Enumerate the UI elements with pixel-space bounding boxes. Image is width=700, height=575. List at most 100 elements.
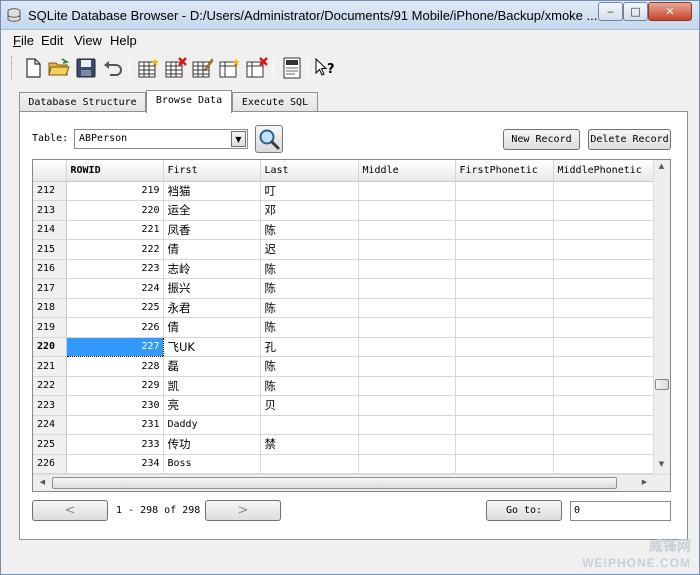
rowid-cell[interactable]: 231 [66,415,164,435]
middle-cell[interactable] [358,356,456,377]
middle-cell[interactable] [358,239,456,260]
row-number[interactable]: 222 [33,376,67,396]
middle-cell[interactable] [358,454,456,474]
row-number[interactable]: 218 [33,298,67,318]
row-number[interactable]: 224 [33,415,67,435]
undo-icon[interactable] [101,56,125,80]
tab-database-structure[interactable]: Database Structure [19,92,146,113]
menu-view[interactable]: View [74,33,102,48]
previous-page-button[interactable]: < [32,500,108,521]
last-cell[interactable]: 陈 [260,259,359,279]
last-cell[interactable]: 迟 [260,239,359,260]
middlephonetic-cell[interactable] [553,181,654,201]
rowid-cell[interactable]: 223 [66,259,164,279]
rowid-cell[interactable]: 234 [66,454,164,474]
search-button[interactable] [255,125,283,153]
firstphonetic-cell[interactable] [455,376,554,396]
scroll-left-icon[interactable]: ◀ [35,478,50,486]
table-row[interactable]: 212 219 裆猫叮 [33,181,654,201]
first-cell[interactable]: 志岭 [163,259,261,279]
firstphonetic-cell[interactable] [455,454,554,474]
middle-cell[interactable] [358,200,456,221]
new-record-button[interactable]: New Record [503,129,580,150]
middlephonetic-cell[interactable] [553,376,654,396]
minimize-button[interactable]: ‒ [598,2,623,21]
last-cell[interactable]: 陈 [260,220,359,240]
whats-this-icon[interactable]: ? [313,56,337,80]
last-cell[interactable]: 孔 [260,337,359,357]
corner-header[interactable] [33,160,67,182]
middlephonetic-cell[interactable] [553,298,654,318]
table-row[interactable]: 218 225 永君陈 [33,298,654,318]
rowid-cell[interactable]: 224 [66,278,164,299]
middle-cell[interactable] [358,434,456,455]
middle-cell[interactable] [358,259,456,279]
first-cell[interactable]: 运全 [163,200,261,221]
first-cell[interactable]: Boss [163,454,261,474]
rowid-cell[interactable]: 230 [66,395,164,416]
middle-cell[interactable] [358,395,456,416]
row-number[interactable]: 215 [33,239,67,260]
scroll-up-icon[interactable]: ▲ [654,162,669,170]
row-number[interactable]: 214 [33,220,67,240]
last-cell[interactable]: 陈 [260,298,359,318]
middlephonetic-cell[interactable] [553,415,654,435]
firstphonetic-cell[interactable] [455,220,554,240]
firstphonetic-cell[interactable] [455,259,554,279]
horizontal-scrollbar[interactable]: ◀ ▶ [33,474,670,491]
table-row[interactable]: 219 226 倩陈 [33,317,654,338]
last-cell[interactable] [260,454,359,474]
row-number[interactable]: 221 [33,356,67,377]
firstphonetic-cell[interactable] [455,356,554,377]
rowid-cell[interactable]: 229 [66,376,164,396]
firstphonetic-cell[interactable] [455,298,554,318]
toolbar-grip[interactable] [11,56,14,80]
go-to-button[interactable]: Go to: [486,500,562,521]
middlephonetic-cell[interactable] [553,200,654,221]
delete-table-icon[interactable] [163,56,187,80]
row-number[interactable]: 216 [33,259,67,279]
middlephonetic-cell[interactable] [553,259,654,279]
row-number[interactable]: 213 [33,200,67,221]
column-header[interactable]: Last [260,160,359,182]
last-cell[interactable]: 陈 [260,356,359,377]
firstphonetic-cell[interactable] [455,200,554,221]
row-number[interactable]: 219 [33,317,67,338]
first-cell[interactable]: 亮 [163,395,261,416]
rowid-cell[interactable]: 225 [66,298,164,318]
first-cell[interactable]: 振兴 [163,278,261,299]
first-cell[interactable]: 传功 [163,434,261,455]
title-bar[interactable]: SQLite Database Browser - D:/Users/Admin… [1,1,699,30]
rowid-cell[interactable]: 222 [66,239,164,260]
rowid-cell[interactable]: 226 [66,317,164,338]
table-row[interactable]: 221 228 磊陈 [33,356,654,377]
middle-cell[interactable] [358,376,456,396]
menu-edit[interactable]: Edit [41,33,63,48]
middlephonetic-cell[interactable] [553,434,654,455]
first-cell[interactable]: 永君 [163,298,261,318]
last-cell[interactable]: 陈 [260,317,359,338]
rowid-cell-selected[interactable]: 227 [65,336,164,357]
firstphonetic-cell[interactable] [455,415,554,435]
chevron-down-icon[interactable]: ▼ [231,131,246,147]
menu-file[interactable]: File [13,33,34,48]
table-row[interactable]: 223 230 亮贝 [33,395,654,416]
table-row-selected[interactable]: 220 227 飞UK 孔 [33,336,654,357]
column-header[interactable]: ROWID [66,160,164,182]
firstphonetic-cell[interactable] [455,317,554,338]
first-cell[interactable]: 磊 [163,356,261,377]
middle-cell[interactable] [358,181,456,201]
maximize-button[interactable]: □ [623,2,648,21]
firstphonetic-cell[interactable] [455,434,554,455]
open-folder-icon[interactable] [47,56,71,80]
row-number[interactable]: 217 [33,278,67,299]
close-button[interactable]: ✕ [648,2,692,21]
middlephonetic-cell[interactable] [553,395,654,416]
middlephonetic-cell[interactable] [553,220,654,240]
data-grid[interactable]: ROWID First Last Middle FirstPhonetic Mi… [32,159,671,492]
table-row[interactable]: 226 234 Boss [33,454,654,474]
row-number[interactable]: 220 [33,337,67,357]
middle-cell[interactable] [358,317,456,338]
first-cell[interactable]: Daddy [163,415,261,435]
scroll-down-icon[interactable]: ▼ [654,460,669,468]
